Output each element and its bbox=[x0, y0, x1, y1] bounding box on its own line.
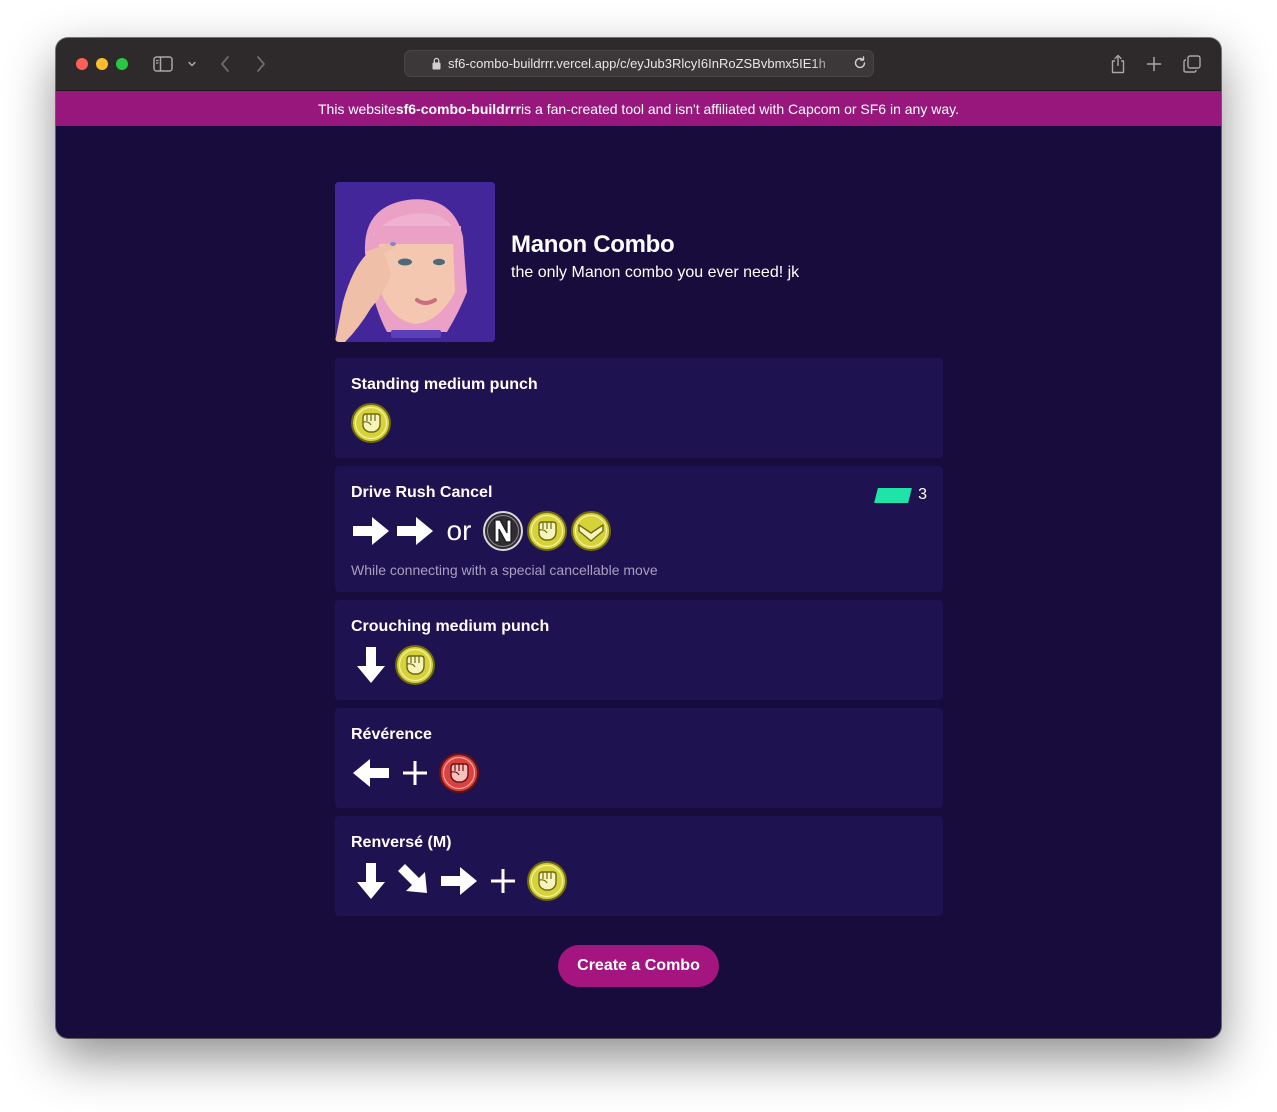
chevron-down-icon[interactable] bbox=[186, 52, 198, 76]
down-arrow-icon bbox=[351, 645, 391, 685]
move-note: While connecting with a special cancella… bbox=[351, 562, 658, 578]
medium-punch-icon bbox=[527, 861, 567, 901]
right-arrow-icon bbox=[395, 511, 435, 551]
lock-icon bbox=[432, 57, 441, 73]
move-card: Crouching medium punch bbox=[335, 600, 943, 700]
browser-toolbar: sf6-combo-buildrrr.vercel.app/c/eyJub3Rl… bbox=[56, 38, 1221, 91]
combo-title: Manon Combo bbox=[511, 230, 675, 258]
move-name: Drive Rush Cancel bbox=[351, 484, 493, 501]
move-name: Révérence bbox=[351, 726, 432, 743]
move-inputs bbox=[351, 860, 927, 902]
move-card: Drive Rush Cancel 3 or While connecting … bbox=[335, 466, 943, 592]
move-card: Renversé (M) bbox=[335, 816, 943, 916]
zoom-window-button[interactable] bbox=[116, 58, 128, 70]
move-card: Révérence bbox=[335, 708, 943, 808]
cta-container: Create a Combo bbox=[56, 945, 1221, 987]
combo-content: Manon Combo the only Manon combo you eve… bbox=[335, 182, 943, 916]
plus-icon bbox=[483, 861, 523, 901]
address-bar[interactable]: sf6-combo-buildrrr.vercel.app/c/eyJub3Rl… bbox=[404, 50, 874, 77]
forward-arrow-icon[interactable] bbox=[254, 52, 268, 76]
sidebar-toggle-icon[interactable] bbox=[152, 52, 174, 76]
move-inputs bbox=[351, 402, 927, 444]
right-arrow-icon bbox=[351, 511, 391, 551]
or-label: or bbox=[446, 515, 472, 546]
close-window-button[interactable] bbox=[76, 58, 88, 70]
drive-cost: 3 bbox=[874, 486, 927, 504]
drive-gauge-icon bbox=[874, 487, 912, 503]
create-combo-button[interactable]: Create a Combo bbox=[558, 945, 719, 987]
heavy-punch-icon bbox=[439, 753, 479, 793]
drive-cost-value: 3 bbox=[918, 486, 927, 503]
plus-icon bbox=[395, 753, 435, 793]
medium-kick-icon bbox=[571, 511, 611, 551]
new-tab-icon[interactable] bbox=[1144, 52, 1164, 76]
reload-icon[interactable] bbox=[853, 56, 867, 73]
combo-header: Manon Combo the only Manon combo you eve… bbox=[335, 182, 943, 342]
medium-punch-icon bbox=[351, 403, 391, 443]
move-inputs bbox=[351, 752, 927, 794]
move-inputs: or bbox=[351, 510, 927, 552]
banner-prefix: This website bbox=[318, 100, 396, 117]
medium-punch-icon bbox=[527, 511, 567, 551]
combo-header-text: Manon Combo the only Manon combo you eve… bbox=[511, 231, 799, 282]
back-arrow-icon[interactable] bbox=[218, 52, 232, 76]
disclaimer-banner: This website sf6-combo-buildrrr is a fan… bbox=[56, 91, 1221, 126]
banner-suffix: is a fan-created tool and isn't affiliat… bbox=[521, 100, 959, 117]
move-name: Crouching medium punch bbox=[351, 618, 550, 635]
combo-description: the only Manon combo you ever need! jk bbox=[511, 263, 800, 281]
down-right-arrow-icon bbox=[395, 861, 435, 901]
tab-overview-icon[interactable] bbox=[1182, 52, 1202, 76]
neutral-icon bbox=[483, 511, 523, 551]
banner-site-name: sf6-combo-buildrrr bbox=[395, 100, 522, 117]
move-card: Standing medium punch bbox=[335, 358, 943, 458]
down-arrow-icon bbox=[351, 861, 391, 901]
left-arrow-icon bbox=[351, 753, 391, 793]
minimize-window-button[interactable] bbox=[96, 58, 108, 70]
move-name: Renversé (M) bbox=[351, 834, 452, 851]
url-text: sf6-combo-buildrrr.vercel.app/c/eyJub3Rl… bbox=[448, 56, 826, 71]
browser-window: sf6-combo-buildrrr.vercel.app/c/eyJub3Rl… bbox=[56, 38, 1221, 1038]
move-name: Standing medium punch bbox=[351, 376, 538, 393]
share-icon[interactable] bbox=[1108, 52, 1128, 76]
medium-punch-icon bbox=[395, 645, 435, 685]
move-inputs bbox=[351, 644, 927, 686]
right-arrow-icon bbox=[439, 861, 479, 901]
character-portrait bbox=[335, 182, 495, 342]
